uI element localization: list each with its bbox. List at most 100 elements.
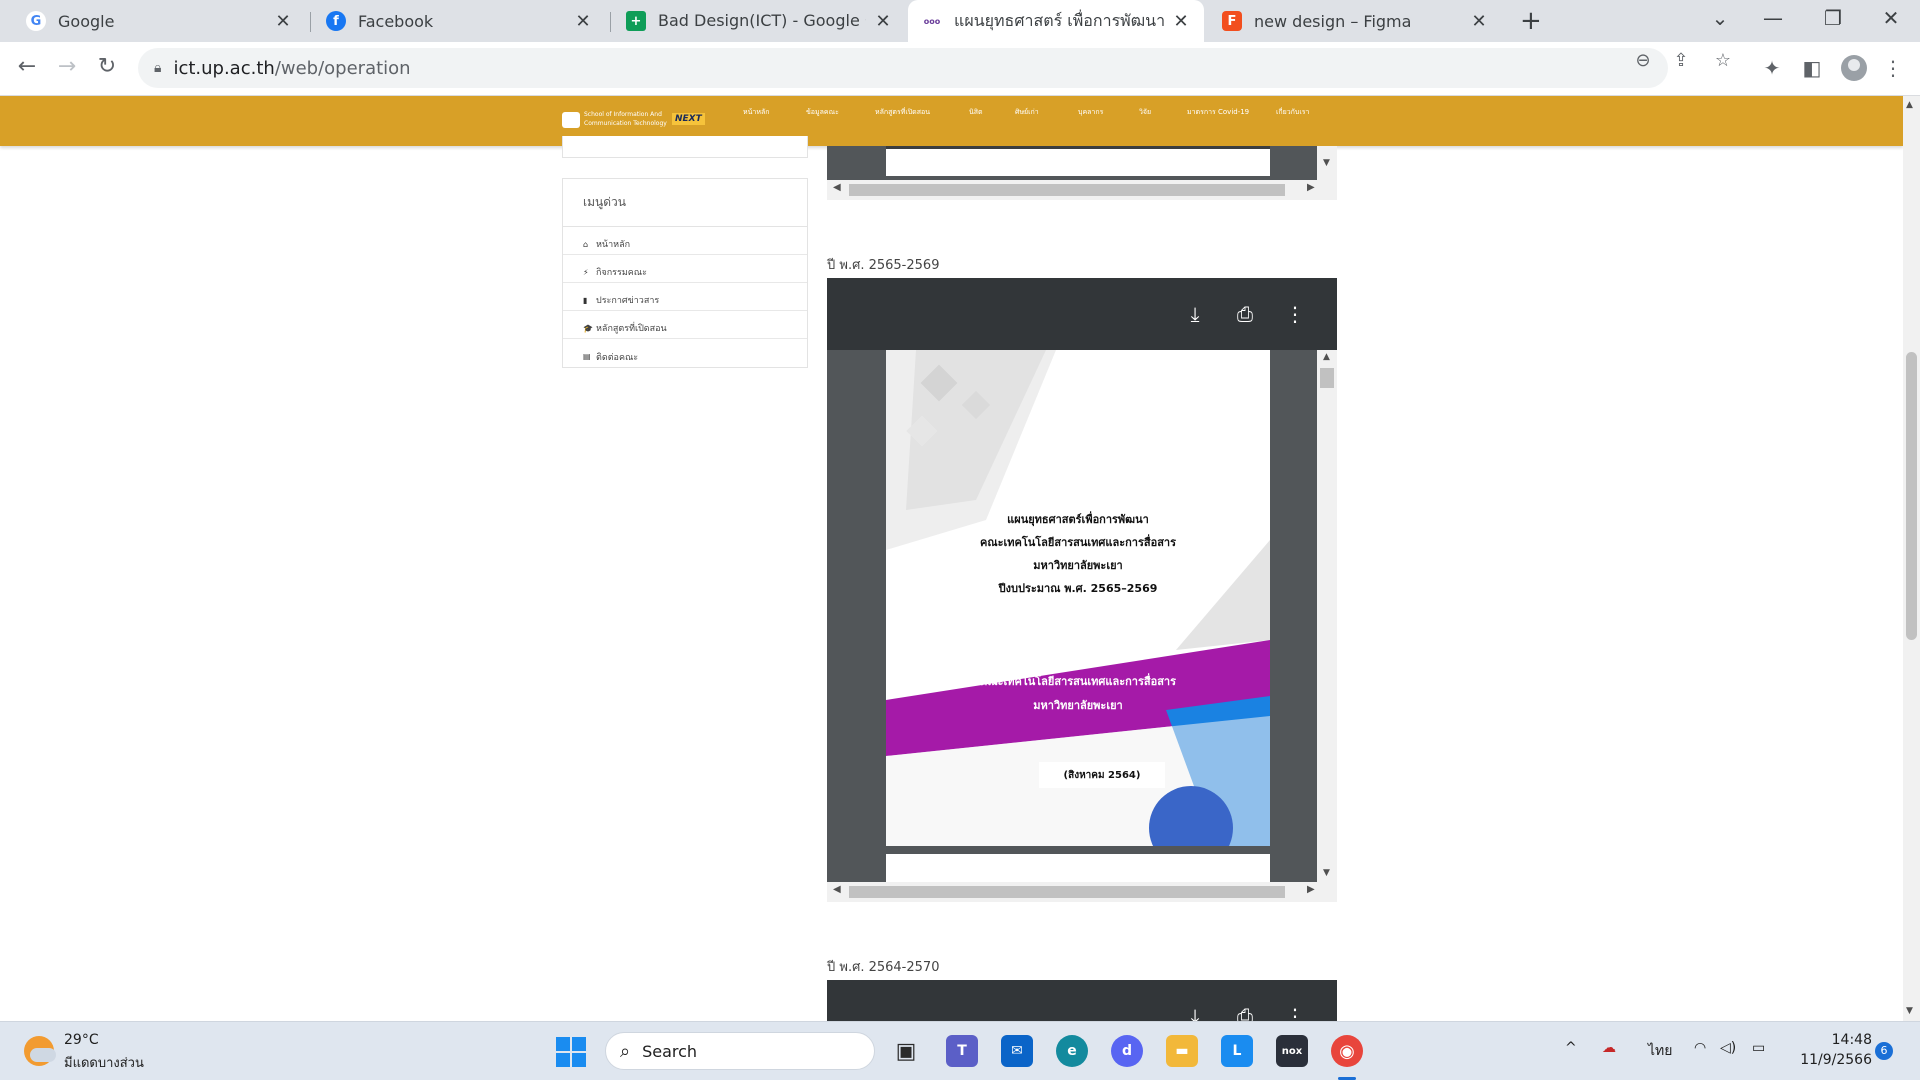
tab-google-sheets[interactable]: + Bad Design(ICT) - Google ชีต ✕ [612, 0, 906, 42]
nav-personnel[interactable]: บุคลากร [1078, 107, 1103, 118]
nav-home[interactable]: หน้าหลัก [743, 107, 769, 118]
windows-taskbar: 29°C มีแดดบางส่วน ⌕ Search ▣ T ✉ e d ▬ L… [0, 1021, 1920, 1080]
nav-about[interactable]: เกี่ยวกับเรา [1276, 107, 1309, 118]
nav-research[interactable]: วิจัย [1139, 107, 1151, 118]
share-icon[interactable]: ⇪ [1668, 50, 1694, 71]
pdf-viewer-previous[interactable]: ▼ ◀ ▶ [827, 146, 1337, 200]
address-bar[interactable]: 🔒︎ ict.up.ac.th/web/operation [138, 48, 1668, 88]
edge-icon[interactable]: e [1056, 1035, 1088, 1067]
file-icon: ▤ [583, 352, 591, 361]
battery-icon[interactable]: ▭ [1752, 1040, 1765, 1056]
sheets-icon: + [626, 11, 646, 31]
download-icon[interactable]: ⤓ [1181, 1004, 1209, 1021]
nav-faculty-info[interactable]: ข้อมูลคณะ [806, 107, 839, 118]
input-language[interactable]: ไทย [1648, 1040, 1672, 1062]
scroll-left-arrow-icon[interactable]: ◀ [833, 182, 841, 193]
taskbar-search[interactable]: ⌕ Search [605, 1032, 875, 1070]
partly-sunny-weather-icon[interactable] [24, 1036, 56, 1066]
restore-button[interactable]: ❐ [1813, 6, 1853, 30]
quick-menu-item-programs[interactable]: 🎓 หลักสูตรที่เปิดสอน [563, 311, 807, 339]
task-view-icon[interactable]: ▣ [890, 1035, 922, 1067]
more-options-icon[interactable]: ⋮ [1281, 302, 1309, 326]
close-window-button[interactable]: ✕ [1871, 6, 1911, 30]
bookmark-star-icon[interactable]: ☆ [1710, 50, 1736, 71]
chrome-menu-icon[interactable]: ⋮ [1879, 56, 1907, 80]
nav-programs[interactable]: หลักสูตรที่เปิดสอน [875, 107, 930, 118]
new-tab-button[interactable]: + [1520, 6, 1542, 36]
wifi-icon[interactable]: ◠ [1694, 1040, 1706, 1056]
search-icon: ⌕ [620, 1040, 631, 1062]
scroll-thumb[interactable] [1320, 368, 1334, 388]
tab-strategy-plan-active[interactable]: ооо แผนยุทธศาสตร์ เพื่อการพัฒนา - Scho ✕ [908, 0, 1204, 42]
line-app-icon[interactable]: L [1221, 1035, 1253, 1067]
page-scrollbar[interactable]: ▲ ▼ [1903, 96, 1920, 1021]
pdf-viewer-2564-2570[interactable]: ⤓ ⎙ ⋮ [827, 980, 1337, 1021]
scroll-thumb[interactable] [849, 886, 1285, 898]
ict-logo[interactable]: School of Information And Communication … [562, 108, 717, 132]
volume-icon[interactable]: ◁) [1720, 1040, 1736, 1056]
pdf-vertical-scrollbar[interactable]: ▲ ▼ [1317, 350, 1337, 882]
chrome-icon[interactable]: ◉ [1331, 1035, 1363, 1067]
url-text[interactable]: ict.up.ac.th/web/operation [173, 58, 410, 79]
weather-temperature[interactable]: 29°C [64, 1032, 99, 1048]
tab-google[interactable]: G Google ✕ [12, 0, 306, 42]
pdf-horizontal-scrollbar[interactable]: ◀ ▶ [827, 882, 1337, 902]
file-explorer-icon[interactable]: ▬ [1166, 1035, 1198, 1067]
print-icon[interactable]: ⎙ [1231, 302, 1259, 326]
pdf-horizontal-scrollbar[interactable]: ◀ ▶ [827, 180, 1337, 200]
pdf-vertical-scrollbar[interactable]: ▼ [1317, 146, 1337, 180]
lock-icon[interactable]: 🔒︎ [154, 60, 161, 76]
tray-overflow-chevron-icon[interactable]: ^ [1565, 1040, 1577, 1056]
nav-alumni[interactable]: ศิษย์เก่า [1015, 107, 1039, 118]
clock-date[interactable]: 11/9/2566 [1790, 1052, 1872, 1068]
minimize-button[interactable]: — [1753, 6, 1793, 30]
quick-menu-item-home[interactable]: ⌂ หน้าหลัก [563, 227, 807, 255]
scroll-down-arrow-icon[interactable]: ▼ [1906, 1006, 1913, 1016]
tab-search-button[interactable]: ⌄ [1700, 6, 1740, 30]
forward-button[interactable]: → [52, 54, 82, 79]
discord-icon[interactable]: d [1111, 1035, 1143, 1067]
side-panel-icon[interactable]: ◧ [1798, 56, 1826, 80]
notification-badge[interactable]: 6 [1875, 1042, 1893, 1060]
close-tab-icon[interactable]: ✕ [874, 11, 892, 32]
scroll-up-arrow-icon[interactable]: ▲ [1323, 352, 1330, 362]
weather-description[interactable]: มีแดดบางส่วน [64, 1052, 144, 1073]
mail-icon[interactable]: ✉ [1001, 1035, 1033, 1067]
scroll-right-arrow-icon[interactable]: ▶ [1307, 182, 1315, 193]
quick-menu-item-activities[interactable]: ⚡ กิจกรรมคณะ [563, 255, 807, 283]
scroll-left-arrow-icon[interactable]: ◀ [833, 884, 841, 895]
download-icon[interactable]: ⤓ [1181, 302, 1209, 326]
back-button[interactable]: ← [12, 54, 42, 79]
scroll-right-arrow-icon[interactable]: ▶ [1307, 884, 1315, 895]
profile-avatar[interactable] [1841, 55, 1867, 81]
quick-menu-item-news[interactable]: ▮ ประกาศข่าวสาร [563, 283, 807, 311]
cover-band-text: คณะเทคโนโลยีสารสนเทศและการสื่อสาร มหาวิท… [886, 670, 1270, 718]
tab-facebook[interactable]: f Facebook ✕ [312, 0, 606, 42]
more-options-icon[interactable]: ⋮ [1281, 1004, 1309, 1021]
clock-time[interactable]: 14:48 [1820, 1032, 1872, 1048]
windows-start-icon[interactable] [556, 1037, 586, 1067]
scroll-thumb[interactable] [1906, 352, 1917, 640]
quick-menu-item-contact[interactable]: ▤ ติดต่อคณะ [563, 339, 807, 367]
teams-icon[interactable]: T [946, 1035, 978, 1067]
section-label-2565-2569: ปี พ.ศ. 2565-2569 [827, 258, 940, 273]
nav-covid[interactable]: มาตรการ Covid-19 [1187, 107, 1249, 118]
tab-figma[interactable]: F new design – Figma ✕ [1208, 0, 1502, 42]
reload-button[interactable]: ↻ [92, 54, 122, 79]
close-tab-icon[interactable]: ✕ [574, 11, 592, 32]
scroll-thumb[interactable] [849, 184, 1285, 196]
university-seal-icon [562, 112, 580, 128]
nox-player-icon[interactable]: nox [1276, 1035, 1308, 1067]
scroll-down-arrow-icon[interactable]: ▼ [1323, 158, 1330, 168]
close-tab-icon[interactable]: ✕ [1172, 11, 1190, 32]
close-tab-icon[interactable]: ✕ [274, 11, 292, 32]
nav-students[interactable]: นิสิต [969, 107, 983, 118]
scroll-up-arrow-icon[interactable]: ▲ [1906, 100, 1913, 110]
scroll-down-arrow-icon[interactable]: ▼ [1323, 868, 1330, 878]
pdf-viewer-2565-2569[interactable]: ⤓ ⎙ ⋮ แผนยุทธศาสตร์เพื่อการพัฒนา คณะเทคโ… [827, 278, 1337, 902]
extensions-icon[interactable]: ✦ [1758, 56, 1786, 80]
print-icon[interactable]: ⎙ [1231, 1004, 1259, 1021]
zoom-icon[interactable]: ⊖ [1630, 50, 1656, 71]
close-tab-icon[interactable]: ✕ [1470, 11, 1488, 32]
cloud-sync-error-icon[interactable]: ☁︎ [1602, 1040, 1616, 1056]
